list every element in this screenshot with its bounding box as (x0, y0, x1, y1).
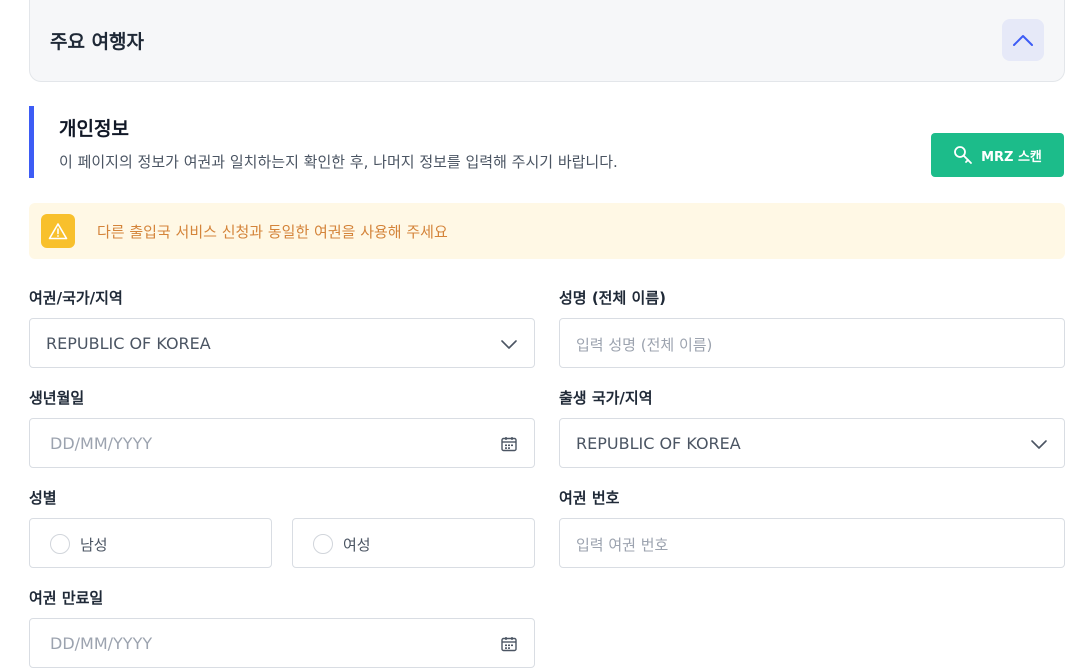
calendar-icon[interactable] (500, 635, 518, 653)
collapse-button[interactable] (1002, 19, 1044, 61)
personal-info-description: 이 페이지의 정보가 여권과 일치하는지 확인한 후, 나머지 정보를 입력해 … (59, 153, 618, 171)
personal-info-title: 개인정보 (59, 118, 129, 140)
gender-male-radio[interactable]: 남성 (29, 518, 272, 568)
birth-country-label: 출생 국가/지역 (559, 389, 653, 407)
gender-female-label: 여성 (343, 536, 371, 554)
chevron-up-icon (1013, 35, 1033, 46)
section-title: 주요 여행자 (50, 31, 145, 53)
passport-country-label: 여권/국가/지역 (29, 289, 123, 307)
warning-icon (41, 214, 75, 248)
warning-banner: 다른 출입국 서비스 신청과 동일한 여권을 사용해 주세요 (29, 203, 1065, 259)
passport-country-value: REPUBLIC OF KOREA (46, 334, 211, 353)
passport-number-placeholder: 입력 여권 번호 (576, 536, 669, 554)
gender-female-radio[interactable]: 여성 (292, 518, 535, 568)
passport-expiry-placeholder: DD/MM/YYYY (50, 634, 153, 653)
full-name-input[interactable]: 입력 성명 (전체 이름) (559, 318, 1065, 368)
birth-date-input[interactable]: DD/MM/YYYY (29, 418, 535, 468)
passport-expiry-input[interactable]: DD/MM/YYYY (29, 618, 535, 668)
birth-date-label: 생년월일 (29, 389, 85, 407)
passport-expiry-label: 여권 만료일 (29, 589, 104, 607)
key-icon (954, 146, 972, 164)
mrz-scan-button[interactable]: MRZ 스캔 (931, 133, 1064, 177)
radio-circle[interactable] (50, 534, 70, 554)
full-name-label: 성명 (전체 이름) (559, 289, 666, 307)
traveler-section-header: 주요 여행자 (29, 0, 1065, 82)
passport-number-label: 여권 번호 (559, 489, 620, 507)
chevron-down-icon (1031, 440, 1047, 449)
radio-circle[interactable] (313, 534, 333, 554)
passport-number-input[interactable]: 입력 여권 번호 (559, 518, 1065, 568)
birth-country-value: REPUBLIC OF KOREA (576, 434, 741, 453)
warning-text: 다른 출입국 서비스 신청과 동일한 여권을 사용해 주세요 (97, 223, 448, 241)
personal-info-block: 개인정보 이 페이지의 정보가 여권과 일치하는지 확인한 후, 나머지 정보를… (29, 106, 729, 178)
gender-label: 성별 (29, 489, 57, 507)
chevron-down-icon (501, 340, 517, 349)
mrz-scan-label: MRZ 스캔 (981, 149, 1042, 165)
birth-date-placeholder: DD/MM/YYYY (50, 434, 153, 453)
full-name-placeholder: 입력 성명 (전체 이름) (576, 336, 713, 354)
gender-male-label: 남성 (80, 536, 108, 554)
passport-country-select[interactable]: REPUBLIC OF KOREA (29, 318, 535, 368)
birth-country-select[interactable]: REPUBLIC OF KOREA (559, 418, 1065, 468)
calendar-icon[interactable] (500, 435, 518, 453)
